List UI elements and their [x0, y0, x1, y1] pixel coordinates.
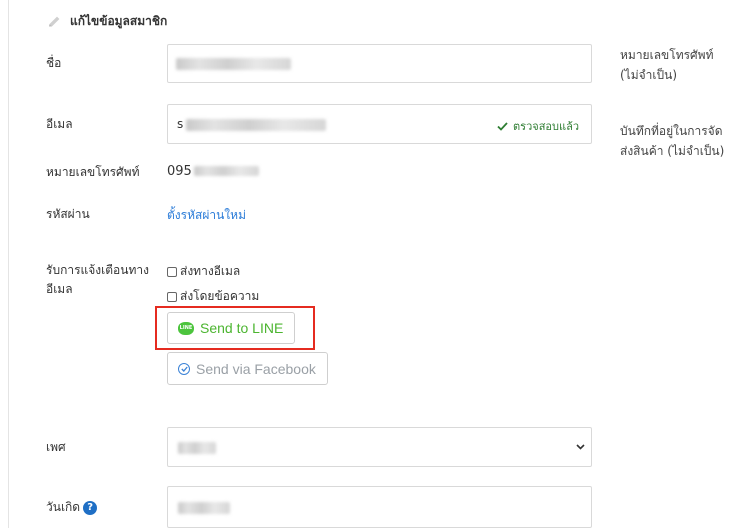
left-border — [8, 0, 9, 528]
redacted-gender — [178, 442, 216, 454]
birthday-label-row: วันเกิด? — [46, 498, 98, 517]
notify-sms-label: ส่งโดยข้อความ — [180, 289, 260, 303]
notify-email-checkbox[interactable] — [167, 266, 177, 277]
verified-text: ตรวจสอบแล้ว — [513, 120, 579, 133]
redacted-email — [186, 119, 326, 131]
notify-email-label: ส่งทางอีเมล — [180, 264, 241, 278]
gender-select[interactable] — [167, 427, 592, 467]
address-optional-text: บันทึกที่อยู่ในการจัดส่งสินค้า (ไม่จำเป็… — [620, 124, 725, 158]
pencil-icon — [49, 16, 60, 26]
password-label: รหัสผ่าน — [46, 207, 90, 221]
redacted-birthday — [178, 502, 230, 514]
name-input[interactable] — [167, 44, 592, 83]
verified-badge: ตรวจสอบแล้ว — [497, 117, 579, 135]
page-title: แก้ไขข้อมูลสมาชิก — [70, 14, 168, 28]
gender-label: เพศ — [46, 440, 66, 454]
notify-sms-option[interactable]: ส่งโดยข้อความ — [167, 287, 259, 306]
send-via-facebook-button[interactable]: Send via Facebook — [167, 352, 328, 385]
redacted-phone — [194, 166, 259, 176]
birthday-label: วันเกิด — [46, 500, 81, 514]
send-via-facebook-label: Send via Facebook — [196, 360, 316, 377]
notify-label: รับการแจ้งเตือนทางอีเมล — [46, 263, 149, 296]
notify-sms-checkbox[interactable] — [167, 291, 177, 302]
chevron-down-icon — [576, 444, 585, 450]
section-header: แก้ไขข้อมูลสมาชิก — [46, 12, 167, 31]
facebook-check-icon — [178, 362, 190, 375]
name-label: ชื่อ — [46, 56, 62, 70]
help-icon[interactable]: ? — [83, 500, 98, 515]
birthday-input[interactable] — [167, 486, 592, 528]
reset-password-link[interactable]: ตั้งรหัสผ่านใหม่ — [167, 206, 246, 225]
notify-email-option[interactable]: ส่งทางอีเมล — [167, 262, 240, 281]
email-label: อีเมล — [46, 117, 73, 131]
phone-value: 095 — [167, 164, 192, 179]
email-input[interactable]: s ตรวจสอบแล้ว — [167, 104, 592, 144]
redacted-name — [176, 58, 291, 70]
highlight-box — [155, 306, 315, 350]
email-prefix: s — [177, 117, 184, 131]
phone-optional-text: หมายเลขโทรศัพท์ (ไม่จำเป็น) — [620, 48, 714, 82]
phone-label: หมายเลขโทรศัพท์ — [46, 165, 140, 179]
check-icon — [497, 121, 508, 131]
